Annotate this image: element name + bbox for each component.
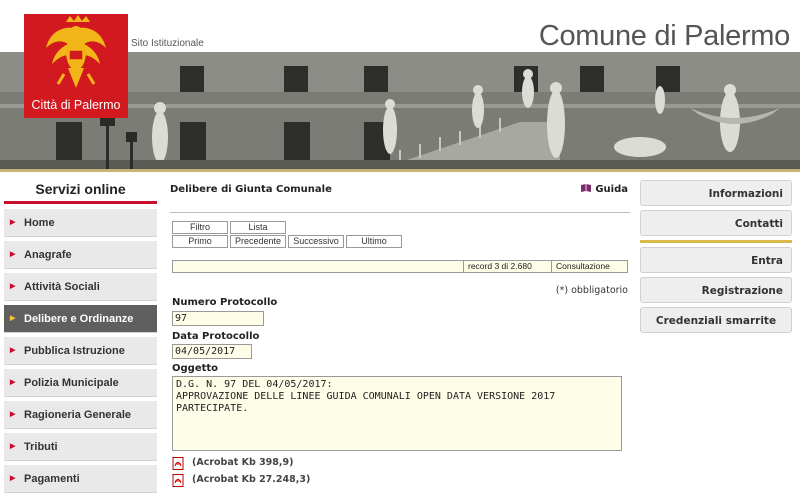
pdf-icon (172, 474, 184, 487)
sidebar-item-pubblica-istruzione[interactable]: ▶ Pubblica Istruzione (4, 337, 157, 365)
sidebar-item-ragioneria-generale[interactable]: ▶ Ragioneria Generale (4, 401, 157, 429)
lista-button[interactable]: Lista (230, 221, 286, 234)
credenziali-smarrite-button[interactable]: Credenziali smarrite (640, 307, 792, 333)
sidebar-item-label: Anagrafe (24, 249, 72, 261)
sidebar-item-home[interactable]: ▶ Home (4, 209, 157, 237)
oggetto-label: Oggetto (172, 363, 219, 374)
book-icon (581, 184, 592, 192)
successivo-button[interactable]: Successivo (288, 235, 344, 248)
sidebar-item-label: Pagamenti (24, 473, 80, 485)
sidebar-item-label: Ragioneria Generale (24, 409, 131, 421)
arrow-right-icon: ▶ (10, 315, 16, 322)
site-title: Comune di Palermo (538, 20, 790, 52)
pdf-icon (172, 457, 184, 470)
ultimo-button[interactable]: Ultimo (346, 235, 402, 248)
city-logo[interactable]: Città di Palermo (24, 14, 128, 118)
help-label: Guida (595, 184, 628, 195)
oggetto-field[interactable]: D.G. N. 97 DEL 04/05/2017: APPROVAZIONE … (172, 376, 622, 451)
sidebar-title: Servizi online (4, 172, 157, 204)
contatti-button[interactable]: Contatti (640, 210, 792, 236)
attachment-label: (Acrobat Kb 398,9) (192, 457, 294, 468)
site-label: Sito Istituzionale (131, 38, 204, 49)
sidebar-nav: Servizi online ▶ Home ▶ Anagrafe ▶ Attiv… (4, 172, 157, 493)
arrow-right-icon: ▶ (10, 251, 16, 258)
sidebar-item-pagamenti[interactable]: ▶ Pagamenti (4, 465, 157, 493)
numero-protocollo-field[interactable]: 97 (172, 311, 264, 326)
site-header: Città di Palermo Sito Istituzionale Comu… (0, 0, 800, 172)
sidebar-item-delibere-ordinanze[interactable]: ▶ Delibere e Ordinanze (4, 305, 157, 333)
sidebar-item-label: Polizia Municipale (24, 377, 119, 389)
arrow-right-icon: ▶ (10, 219, 16, 226)
page-title: Delibere di Giunta Comunale (170, 184, 332, 195)
primo-button[interactable]: Primo (172, 235, 228, 248)
registrazione-button[interactable]: Registrazione (640, 277, 792, 303)
attachment-label: (Acrobat Kb 27.248,3) (192, 474, 311, 485)
sidebar-item-label: Pubblica Istruzione (24, 345, 125, 357)
data-protocollo-label: Data Protocollo (172, 331, 260, 342)
sidebar-item-polizia-municipale[interactable]: ▶ Polizia Municipale (4, 369, 157, 397)
data-protocollo-field[interactable]: 04/05/2017 (172, 344, 252, 359)
right-divider (640, 240, 792, 243)
sidebar-item-tributi[interactable]: ▶ Tributi (4, 433, 157, 461)
arrow-right-icon: ▶ (10, 443, 16, 450)
attachment-link[interactable]: (Acrobat Kb 27.248,3) (172, 473, 310, 487)
sidebar-item-label: Home (24, 217, 55, 229)
arrow-right-icon: ▶ (10, 475, 16, 482)
arrow-right-icon: ▶ (10, 347, 16, 354)
arrow-right-icon: ▶ (10, 411, 16, 418)
divider (170, 212, 630, 213)
view-mode: Consultazione (551, 261, 627, 272)
sidebar-item-label: Delibere e Ordinanze (24, 313, 134, 325)
sidebar-item-label: Tributi (24, 441, 58, 453)
help-link[interactable]: Guida (580, 183, 628, 195)
informazioni-button[interactable]: Informazioni (640, 180, 792, 206)
numero-protocollo-label: Numero Protocollo (172, 297, 278, 308)
arrow-right-icon: ▶ (10, 283, 16, 290)
record-status-bar: record 3 di 2.680 Consultazione (172, 260, 628, 273)
palermo-eagle-crest-icon (46, 15, 106, 88)
precedente-button[interactable]: Precedente (230, 235, 286, 248)
logo-caption: Città di Palermo (31, 98, 121, 112)
entra-button[interactable]: Entra (640, 247, 792, 273)
sidebar-item-anagrafe[interactable]: ▶ Anagrafe (4, 241, 157, 269)
required-note: (*) obbligatorio (555, 285, 628, 296)
sidebar-item-label: Attività Sociali (24, 281, 100, 293)
arrow-right-icon: ▶ (10, 379, 16, 386)
attachment-link[interactable]: (Acrobat Kb 398,9) (172, 456, 293, 470)
main-content: Delibere di Giunta Comunale Guida Filtro… (170, 172, 632, 493)
sidebar-item-attivita-sociali[interactable]: ▶ Attività Sociali (4, 273, 157, 301)
record-counter: record 3 di 2.680 (463, 261, 551, 272)
filtro-button[interactable]: Filtro (172, 221, 228, 234)
